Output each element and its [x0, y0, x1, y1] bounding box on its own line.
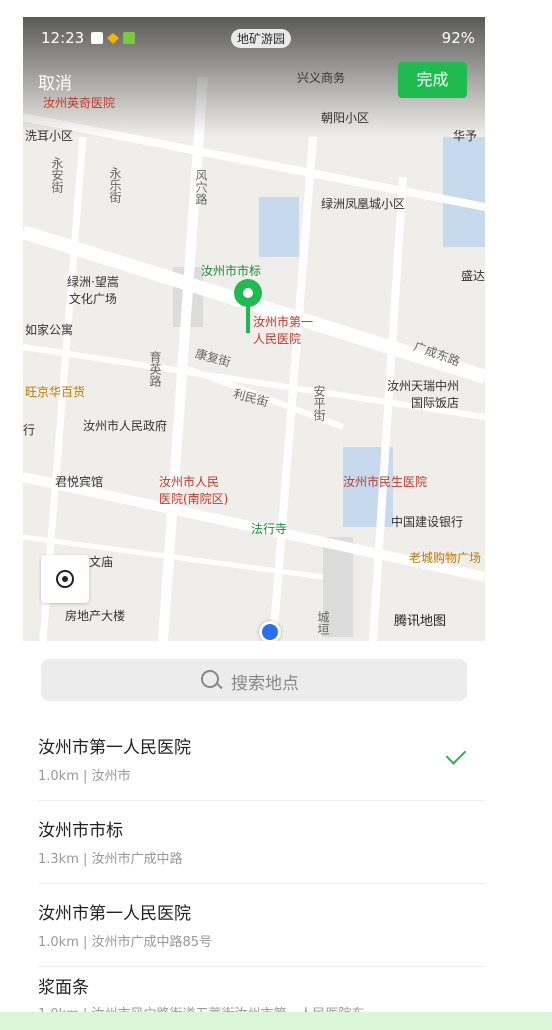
poi-label[interactable]: 汝州市人民政府 [83, 417, 167, 434]
bottom-bar [0, 1012, 552, 1030]
poi-label[interactable]: 兴义商务 [297, 69, 345, 86]
current-location-dot [259, 621, 281, 641]
carrier-pill: 地矿游园 [231, 29, 292, 48]
result-name: 汝州市市标 [38, 821, 123, 841]
search-placeholder: 搜索地点 [231, 674, 299, 694]
search-icon [201, 670, 219, 688]
result-name: 浆面条 [38, 978, 89, 998]
poi-label[interactable]: 盛达 [461, 267, 485, 284]
crosshair-core [62, 576, 68, 582]
poi-label[interactable]: 绿洲凤凰城小区 [321, 195, 405, 212]
result-item[interactable]: 汝州市第一人民医院 1.0km | 汝州市广成中路85号 [23, 885, 485, 967]
search-input[interactable]: 搜索地点 [41, 659, 467, 701]
battery-level: 92% [441, 29, 475, 47]
checkmark-icon [445, 744, 467, 765]
poi-label[interactable]: 行 [23, 421, 35, 438]
poi-label[interactable]: 汝州天瑞中州 国际饭店 [387, 377, 459, 411]
poi-label[interactable]: 旺京华百货 [25, 383, 85, 400]
result-name: 汝州市第一人民医院 [38, 904, 191, 924]
road-label: 安平街 [312, 385, 326, 421]
notification-icons [91, 32, 135, 44]
map-brand: 腾讯地图 [394, 614, 447, 629]
poi-label[interactable]: 华予 [453, 127, 477, 144]
divider [38, 883, 485, 884]
result-item[interactable]: 汝州市第一人民医院 1.0km | 汝州市 [23, 719, 485, 801]
poi-label[interactable]: 汝州市人民 医院(南院区) [159, 473, 228, 507]
result-sub: 1.0km | 汝州市 [38, 769, 131, 784]
poi-label[interactable]: 老城购物广场 [409, 549, 481, 566]
poi-label[interactable]: 文庙 [89, 553, 113, 570]
poi-label[interactable]: 汝州市民生医院 [343, 473, 427, 490]
result-item[interactable]: 汝州市市标 1.3km | 汝州市广成中路 [23, 802, 485, 884]
status-time: 12:23 [41, 29, 85, 47]
poi-label[interactable]: 洗耳小区 [25, 127, 73, 144]
status-bar: 12:23 地矿游园 92% [23, 25, 485, 53]
road-label: 风穴路 [194, 169, 208, 205]
poi-label[interactable]: 房地产大楼 [65, 607, 125, 624]
road-label: 城垣 [316, 611, 330, 635]
road-label: 育英路 [148, 351, 162, 387]
poi-label[interactable]: 法行寺 [251, 520, 287, 537]
poi-label[interactable]: 绿洲·望嵩 文化广场 [67, 273, 119, 307]
result-sub: 1.3km | 汝州市广成中路 [38, 852, 183, 867]
poi-label[interactable]: 朝阳小区 [321, 109, 369, 126]
result-sub: 1.0km | 汝州市广成中路85号 [38, 935, 213, 950]
location-pin-stem [246, 305, 250, 333]
map-view[interactable]: 12:23 地矿游园 92% 取消 完成 兴义商务 汝州英奇医院 朝阳小区 洗耳… [23, 17, 485, 641]
result-name: 汝州市第一人民医院 [38, 738, 191, 758]
cancel-button[interactable]: 取消 [38, 69, 72, 94]
result-item[interactable]: 浆面条 1.0km | 汝州市风穴路街道五蓑街汝州市第一人民医院东 [23, 959, 485, 1017]
poi-label[interactable]: 汝州市第一 人民医院 [253, 313, 313, 347]
road-label: 永安街 [50, 157, 64, 193]
phone-screen: 12:23 地矿游园 92% 取消 完成 兴义商务 汝州英奇医院 朝阳小区 洗耳… [23, 17, 485, 1017]
location-pin-icon[interactable] [234, 279, 262, 307]
poi-label[interactable]: 如家公寓 [25, 321, 73, 338]
poi-label[interactable]: 汝州英奇医院 [43, 94, 115, 111]
poi-label[interactable]: 中国建设银行 [391, 513, 463, 530]
poi-label[interactable]: 汝州市市标 [201, 262, 261, 279]
poi-label[interactable]: 君悦宾馆 [55, 473, 103, 490]
road-label: 永乐街 [108, 167, 122, 203]
locate-me-button[interactable] [41, 555, 89, 603]
divider [38, 800, 485, 801]
done-button[interactable]: 完成 [398, 62, 467, 98]
